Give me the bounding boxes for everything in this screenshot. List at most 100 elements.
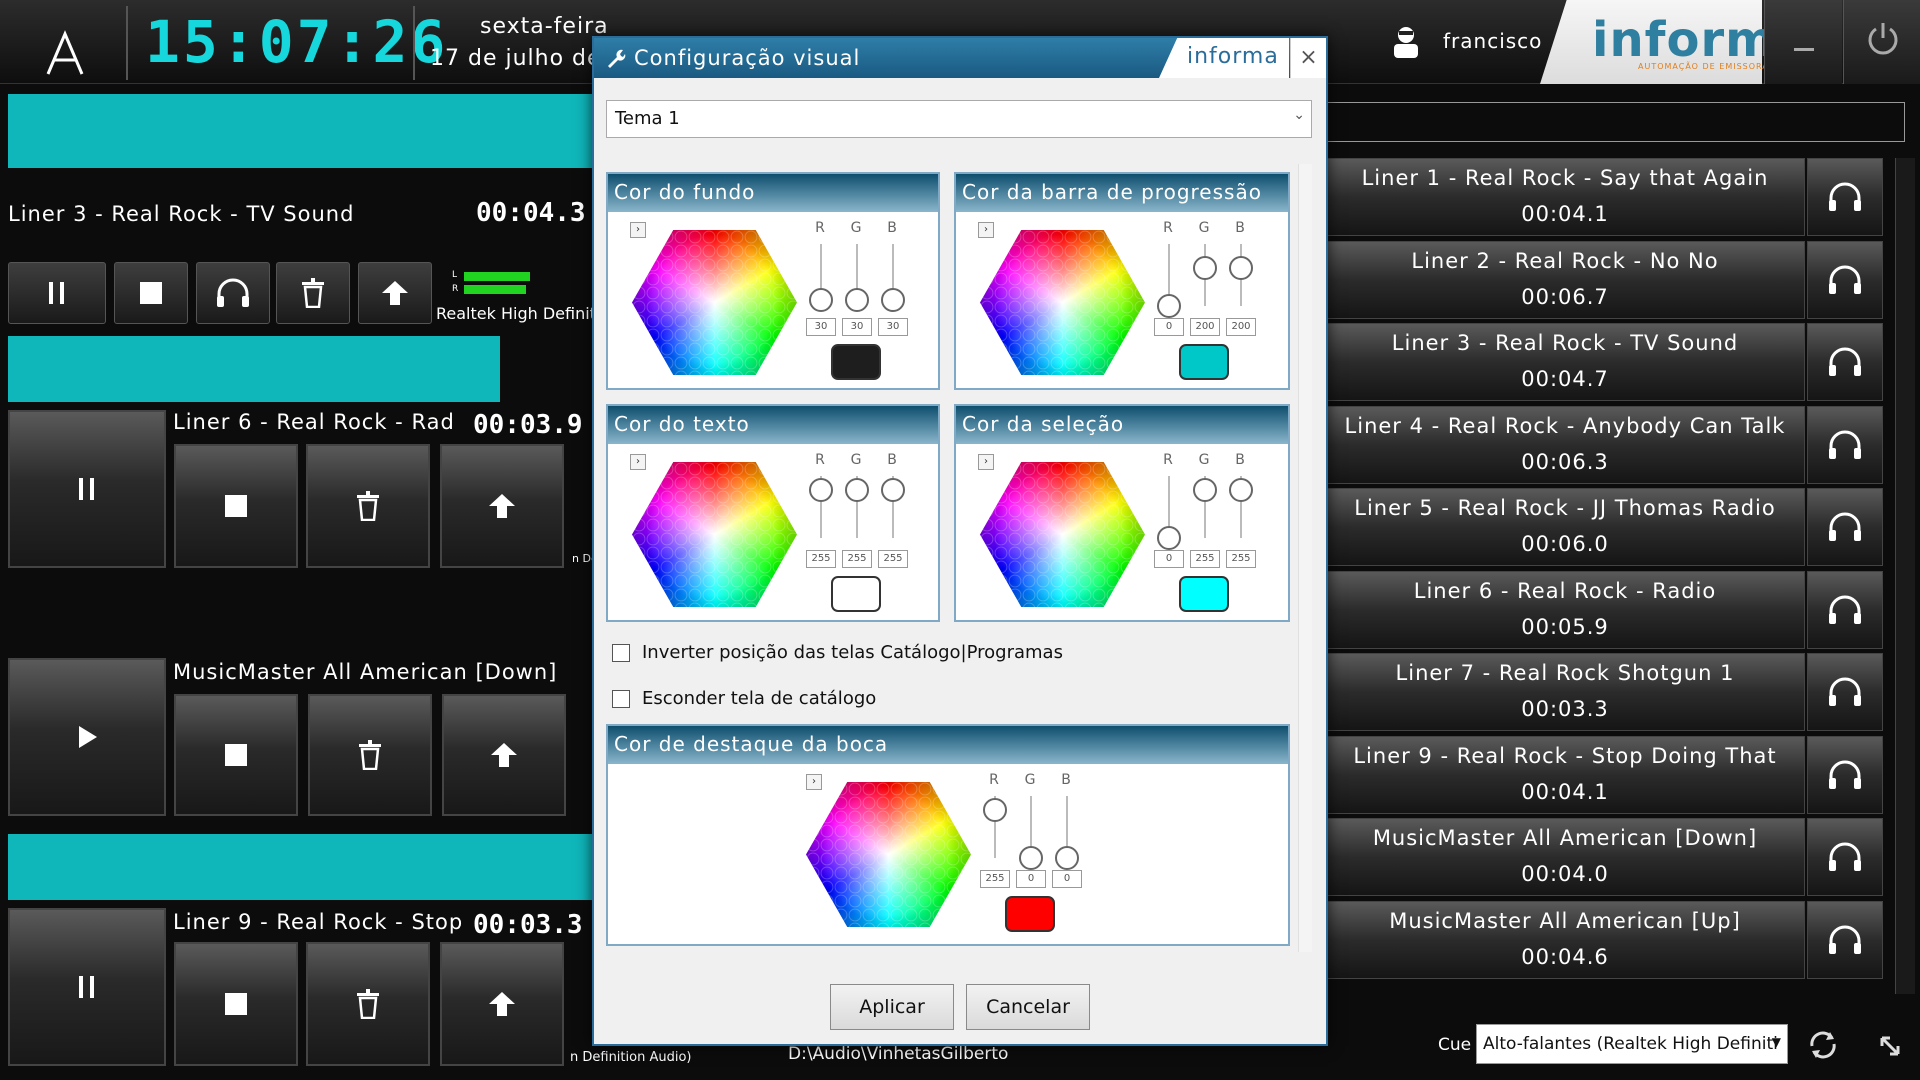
value-field-b[interactable]: 255 bbox=[1226, 550, 1256, 568]
value-field-r[interactable]: 0 bbox=[1154, 318, 1184, 336]
eject-button[interactable] bbox=[440, 444, 564, 568]
swap-screens-option[interactable]: Inverter posição das telas Catálogo|Prog… bbox=[612, 642, 1063, 663]
color-wheel[interactable] bbox=[980, 230, 1145, 375]
dialog-brand: informa bbox=[1187, 44, 1279, 69]
theme-select[interactable]: Tema 1 ⌄ bbox=[606, 100, 1312, 138]
apply-button[interactable]: Aplicar bbox=[830, 984, 954, 1030]
cancel-button[interactable]: Cancelar bbox=[966, 984, 1090, 1030]
cue-headphone-button[interactable] bbox=[196, 262, 270, 324]
value-field-g[interactable]: 255 bbox=[1190, 550, 1220, 568]
stop-button[interactable] bbox=[114, 262, 188, 324]
meter-r-label: R bbox=[452, 284, 459, 294]
list-item[interactable]: Liner 5 - Real Rock - JJ Thomas Radio 00:… bbox=[1325, 488, 1883, 566]
slider-knob-g[interactable] bbox=[1193, 478, 1217, 502]
slider-knob-b[interactable] bbox=[1229, 256, 1253, 281]
delete-button[interactable] bbox=[306, 942, 430, 1066]
eject-button[interactable] bbox=[442, 694, 566, 816]
dialog-scrollbar[interactable] bbox=[1298, 164, 1312, 952]
eject-button[interactable] bbox=[358, 262, 432, 324]
catalog-scrollbar[interactable] bbox=[1895, 158, 1915, 994]
close-button[interactable]: × bbox=[1290, 38, 1326, 78]
slider-knob-b[interactable] bbox=[881, 478, 905, 502]
list-item[interactable]: Liner 4 - Real Rock - Anybody Can Talk 00… bbox=[1325, 405, 1883, 484]
list-item[interactable]: Liner 3 - Real Rock - TV Sound 00:04.7 bbox=[1325, 323, 1883, 401]
slider-knob-b[interactable] bbox=[1229, 478, 1253, 502]
pause-button[interactable] bbox=[8, 262, 106, 324]
preview-headphone-button[interactable] bbox=[1807, 900, 1883, 979]
expand-icon[interactable]: › bbox=[630, 222, 646, 238]
minimize-button[interactable] bbox=[1764, 0, 1842, 84]
app-logo-icon bbox=[46, 30, 84, 75]
value-field-g[interactable]: 0 bbox=[1016, 870, 1046, 888]
slider-knob-r[interactable] bbox=[983, 798, 1007, 822]
pause-button[interactable] bbox=[8, 908, 166, 1066]
preview-headphone-button[interactable] bbox=[1807, 488, 1883, 566]
color-wheel[interactable] bbox=[980, 462, 1145, 607]
eject-button[interactable] bbox=[440, 942, 564, 1066]
delete-button[interactable] bbox=[276, 262, 350, 324]
stop-button[interactable] bbox=[174, 444, 298, 568]
list-item[interactable]: Liner 6 - Real Rock - Radio 00:05.9 bbox=[1325, 570, 1883, 649]
expand-icon[interactable]: › bbox=[978, 454, 994, 470]
list-item[interactable]: MusicMaster All American [Down] 00:04.0 bbox=[1325, 818, 1883, 896]
expand-icon[interactable]: › bbox=[978, 222, 994, 238]
player3-title: MusicMaster All American [Down] bbox=[173, 660, 558, 684]
play-button[interactable] bbox=[8, 658, 166, 816]
list-item[interactable]: MusicMaster All American [Up] 00:04.6 bbox=[1325, 900, 1883, 979]
dialog-title-bar[interactable]: Configuração visual informa × bbox=[594, 38, 1326, 78]
slider-knob-r[interactable] bbox=[809, 478, 833, 502]
preview-headphone-button[interactable] bbox=[1807, 653, 1883, 731]
delete-button[interactable] bbox=[308, 694, 432, 816]
stop-button[interactable] bbox=[174, 694, 298, 816]
slider-knob-g[interactable] bbox=[1193, 256, 1217, 281]
slider-knob-b[interactable] bbox=[1055, 846, 1079, 870]
catalog-search-input[interactable] bbox=[1325, 102, 1905, 142]
value-field-b[interactable]: 200 bbox=[1226, 318, 1256, 336]
resize-icon[interactable] bbox=[1878, 1034, 1902, 1058]
slider-knob-r[interactable] bbox=[809, 288, 833, 313]
value-field-b[interactable]: 255 bbox=[878, 550, 908, 568]
cue-device-select[interactable]: Alto-falantes (Realtek High Definiti ▼ bbox=[1476, 1024, 1788, 1064]
list-item[interactable]: Liner 7 - Real Rock Shotgun 1 00:03.3 bbox=[1325, 653, 1883, 731]
user-name[interactable]: francisco bbox=[1443, 29, 1542, 53]
list-item[interactable]: Liner 1 - Real Rock - Say that Again 00:0… bbox=[1325, 158, 1883, 236]
value-field-g[interactable]: 200 bbox=[1190, 318, 1220, 336]
color-wheel[interactable] bbox=[806, 782, 971, 927]
slider-knob-g[interactable] bbox=[845, 478, 869, 502]
value-field-g[interactable]: 30 bbox=[842, 318, 872, 336]
value-field-r[interactable]: 255 bbox=[980, 870, 1010, 888]
preview-headphone-button[interactable] bbox=[1807, 735, 1883, 814]
color-wheel[interactable] bbox=[632, 462, 797, 607]
expand-icon[interactable]: › bbox=[630, 454, 646, 470]
preview-headphone-button[interactable] bbox=[1807, 570, 1883, 649]
value-field-b[interactable]: 30 bbox=[878, 318, 908, 336]
delete-button[interactable] bbox=[306, 444, 430, 568]
preview-headphone-button[interactable] bbox=[1807, 323, 1883, 401]
stop-button[interactable] bbox=[174, 942, 298, 1066]
power-button[interactable] bbox=[1843, 0, 1920, 84]
value-field-g[interactable]: 255 bbox=[842, 550, 872, 568]
preview-headphone-button[interactable] bbox=[1807, 240, 1883, 319]
value-field-r[interactable]: 255 bbox=[806, 550, 836, 568]
slider-knob-r[interactable] bbox=[1157, 294, 1181, 318]
slider-knob-g[interactable] bbox=[1019, 846, 1043, 870]
refresh-icon[interactable] bbox=[1806, 1028, 1840, 1062]
slider-knob-g[interactable] bbox=[845, 288, 869, 313]
value-field-b[interactable]: 0 bbox=[1052, 870, 1082, 888]
slider-knob-b[interactable] bbox=[881, 288, 905, 313]
list-item[interactable]: Liner 2 - Real Rock - No No 00:06.7 bbox=[1325, 240, 1883, 319]
value-field-r[interactable]: 0 bbox=[1154, 550, 1184, 568]
value-field-r[interactable]: 30 bbox=[806, 318, 836, 336]
slider-knob-r[interactable] bbox=[1157, 526, 1181, 550]
hide-catalog-checkbox[interactable] bbox=[612, 689, 630, 708]
pause-button[interactable] bbox=[8, 410, 166, 568]
preview-headphone-button[interactable] bbox=[1807, 158, 1883, 236]
preview-headphone-button[interactable] bbox=[1807, 818, 1883, 896]
expand-icon[interactable]: › bbox=[806, 774, 822, 790]
color-wheel[interactable] bbox=[632, 230, 797, 375]
list-item-duration: 00:04.1 bbox=[1521, 779, 1609, 804]
preview-headphone-button[interactable] bbox=[1807, 405, 1883, 484]
hide-catalog-option[interactable]: Esconder tela de catálogo bbox=[612, 688, 876, 709]
swap-screens-checkbox[interactable] bbox=[612, 643, 630, 662]
list-item[interactable]: Liner 9 - Real Rock - Stop Doing That 00:… bbox=[1325, 735, 1883, 814]
